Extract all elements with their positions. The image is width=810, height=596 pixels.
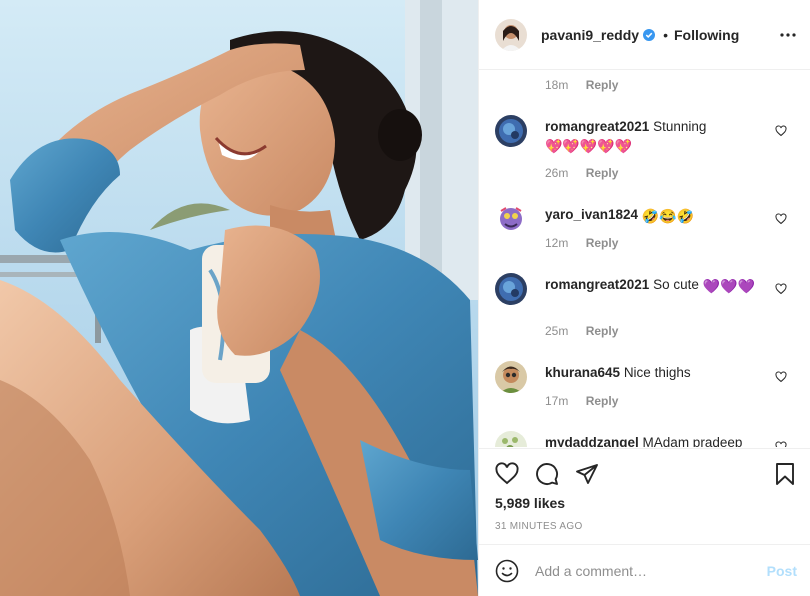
comment-time: 18m bbox=[545, 78, 569, 92]
likes-count[interactable]: 5,989 likes bbox=[495, 495, 565, 511]
add-comment-bar: Post bbox=[479, 544, 810, 596]
comment-username[interactable]: khurana645 bbox=[545, 365, 620, 380]
commenter-avatar[interactable] bbox=[495, 203, 527, 235]
comment-username[interactable]: mydaddzangel bbox=[545, 435, 639, 447]
comment-like-heart-icon[interactable] bbox=[775, 125, 787, 137]
more-horizontal-icon[interactable] bbox=[779, 26, 797, 44]
verified-badge-icon bbox=[643, 28, 656, 41]
commenter-avatar[interactable] bbox=[495, 431, 527, 447]
comment-text: romangreat2021 Stunning 💖💖💖💖💖 bbox=[545, 118, 765, 154]
comment-time: 25m bbox=[545, 324, 569, 338]
comment-time: 12m bbox=[545, 236, 569, 250]
post-actions: 5,989 likes 31 MINUTES AGO bbox=[479, 448, 810, 544]
caption-meta: 18m Reply bbox=[545, 78, 618, 92]
comment-time: 17m bbox=[545, 394, 569, 408]
post-image[interactable] bbox=[0, 0, 478, 596]
post-sidebar: pavani9_reddy • Following 18m Reply roma… bbox=[478, 0, 810, 596]
comment-emoji: 🤣😂🤣 bbox=[641, 208, 695, 224]
post-timestamp: 31 MINUTES AGO bbox=[495, 521, 583, 532]
comment-text: yaro_ivan1824 🤣😂🤣 bbox=[545, 206, 765, 224]
comment-meta: 25m Reply bbox=[545, 324, 618, 338]
commenter-avatar-image bbox=[495, 115, 527, 147]
reply-button[interactable]: Reply bbox=[586, 324, 619, 338]
comment-like-heart-icon[interactable] bbox=[775, 441, 787, 447]
commenter-avatar[interactable] bbox=[495, 361, 527, 393]
heart-icon[interactable] bbox=[495, 462, 519, 486]
comments-list[interactable]: 18m Reply romangreat2021 Stunning 💖💖� bbox=[479, 71, 810, 447]
comment-bubble-icon[interactable] bbox=[535, 462, 559, 486]
commenter-avatar-image bbox=[495, 203, 527, 235]
paper-plane-icon[interactable] bbox=[575, 462, 599, 486]
reply-button[interactable]: Reply bbox=[586, 236, 619, 250]
comment-message: Nice thighs bbox=[623, 365, 691, 380]
comment-time: 26m bbox=[545, 166, 569, 180]
smiley-icon[interactable] bbox=[495, 559, 519, 583]
comment-text: khurana645 Nice thighs bbox=[545, 364, 765, 382]
following-button[interactable]: Following bbox=[674, 27, 739, 43]
reply-button[interactable]: Reply bbox=[586, 166, 619, 180]
commenter-avatar-image bbox=[495, 273, 527, 305]
post-photo-illustration bbox=[0, 0, 478, 596]
bookmark-icon[interactable] bbox=[773, 462, 797, 486]
commenter-avatar[interactable] bbox=[495, 115, 527, 147]
comment-message: MAdam pradeep bbox=[642, 435, 743, 447]
header-separator: • bbox=[663, 26, 668, 43]
comment-input[interactable] bbox=[535, 559, 755, 583]
comment-like-heart-icon[interactable] bbox=[775, 371, 787, 383]
comment-meta: 12m Reply bbox=[545, 236, 618, 250]
comment-emoji: 💖💖💖💖💖 bbox=[545, 138, 633, 154]
commenter-avatar-image bbox=[495, 431, 527, 447]
comment-username[interactable]: yaro_ivan1824 bbox=[545, 207, 638, 222]
comment-like-heart-icon[interactable] bbox=[775, 213, 787, 225]
post-comment-button[interactable]: Post bbox=[767, 563, 797, 579]
author-avatar-image bbox=[495, 18, 527, 51]
author-avatar[interactable] bbox=[495, 18, 527, 51]
comment-message: Stunning bbox=[653, 119, 707, 134]
comment-username[interactable]: romangreat2021 bbox=[545, 119, 649, 134]
instagram-post: pavani9_reddy • Following 18m Reply roma… bbox=[0, 0, 810, 596]
commenter-avatar-image bbox=[495, 361, 527, 393]
comment-like-heart-icon[interactable] bbox=[775, 283, 787, 295]
comment-emoji: 💜💜💜 bbox=[702, 278, 755, 294]
reply-button[interactable]: Reply bbox=[586, 394, 619, 408]
commenter-avatar[interactable] bbox=[495, 273, 527, 305]
comment-meta: 26m Reply bbox=[545, 166, 618, 180]
comment-username[interactable]: romangreat2021 bbox=[545, 277, 649, 292]
comment-meta: 17m Reply bbox=[545, 394, 618, 408]
comment-message: So cute bbox=[653, 277, 699, 292]
reply-button[interactable]: Reply bbox=[586, 78, 619, 92]
author-username[interactable]: pavani9_reddy bbox=[541, 27, 639, 43]
comment-text: romangreat2021 So cute 💜💜💜 bbox=[545, 276, 765, 294]
post-header: pavani9_reddy • Following bbox=[479, 0, 810, 70]
comment-text: mydaddzangel MAdam pradeep bbox=[545, 434, 765, 447]
